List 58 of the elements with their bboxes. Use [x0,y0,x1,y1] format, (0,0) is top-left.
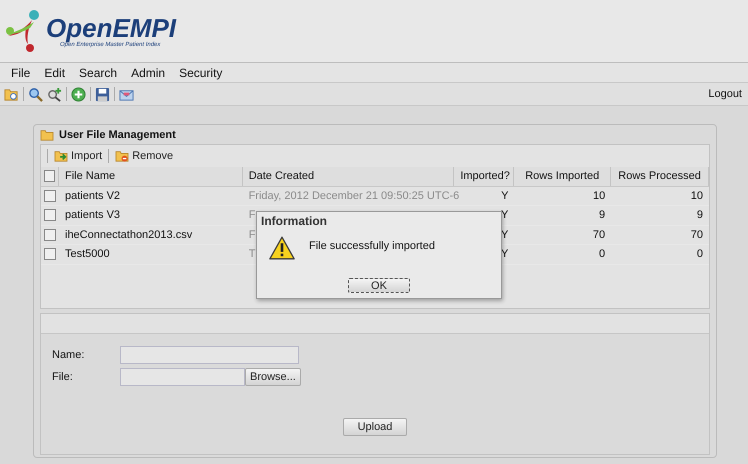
folder-minus-icon [115,150,130,162]
browse-button[interactable]: Browse... [245,368,301,386]
ok-button[interactable]: OK [348,278,410,293]
logo-wordmark: OpenEMPI [46,14,176,42]
table-cell: Friday, 2012 December 21 09:50:25 UTC-6 [248,190,460,202]
table-cell: T [248,248,256,260]
table-cell: Test5000 [65,248,110,260]
folder-icon [40,128,54,140]
column-header[interactable]: File Name [59,167,243,186]
table-cell: 70 [592,228,606,241]
menu-item[interactable]: Admin [124,66,172,80]
table-cell: iheConnectathon2013.csv [65,228,192,241]
import-button[interactable]: Import [52,150,104,162]
row-checkbox[interactable] [44,190,56,202]
row-checkbox[interactable] [44,209,56,222]
table-cell: Y [500,209,508,222]
table-cell: 70 [690,228,703,241]
table-cell: Y [501,190,508,202]
folder-search-icon[interactable] [4,86,19,102]
name-label: Name: [52,349,86,361]
table-cell: F [248,228,256,241]
add-icon[interactable] [71,86,86,102]
select-all-checkbox[interactable] [44,170,55,182]
table-cell: F [248,209,256,222]
row-checkbox[interactable] [44,248,56,260]
dialog-title: Information [260,213,328,230]
file-label: File: [52,371,74,383]
table-cell: 9 [599,209,606,222]
search-icon[interactable] [28,86,43,102]
table-cell: 10 [592,190,606,202]
row-checkbox[interactable] [44,228,56,241]
name-field[interactable] [120,346,299,364]
table-cell: Y [500,248,508,260]
table-cell: 9 [696,209,703,222]
remove-button[interactable]: Remove [113,150,176,162]
logout-link[interactable]: Logout [708,88,742,100]
table-cell: 10 [690,190,703,202]
column-header[interactable]: Rows Imported [514,167,612,186]
dialog-message: File successfully imported [309,240,435,252]
table-cell: Y [500,228,508,241]
menu-item[interactable]: Security [172,66,230,80]
table-cell: patients V3 [65,209,120,222]
table-cell: patients V2 [65,190,120,202]
warning-icon [269,236,295,260]
table-cell: 0 [696,248,703,260]
menu-item[interactable]: File [4,66,38,80]
save-icon[interactable] [95,86,110,102]
table-cell: 0 [599,248,606,260]
column-header[interactable]: Rows Processed [611,167,709,186]
column-header[interactable]: Imported? [454,167,514,186]
panel-title: User File Management [59,128,176,140]
menu-item[interactable]: Edit [37,66,72,80]
folder-arrow-icon [54,150,68,162]
menu-item[interactable]: Search [72,66,124,80]
column-header[interactable]: Date Created [242,167,454,186]
file-field[interactable] [120,368,245,386]
upload-button[interactable]: Upload [343,418,407,436]
magnifier-plus-icon[interactable] [47,86,62,102]
